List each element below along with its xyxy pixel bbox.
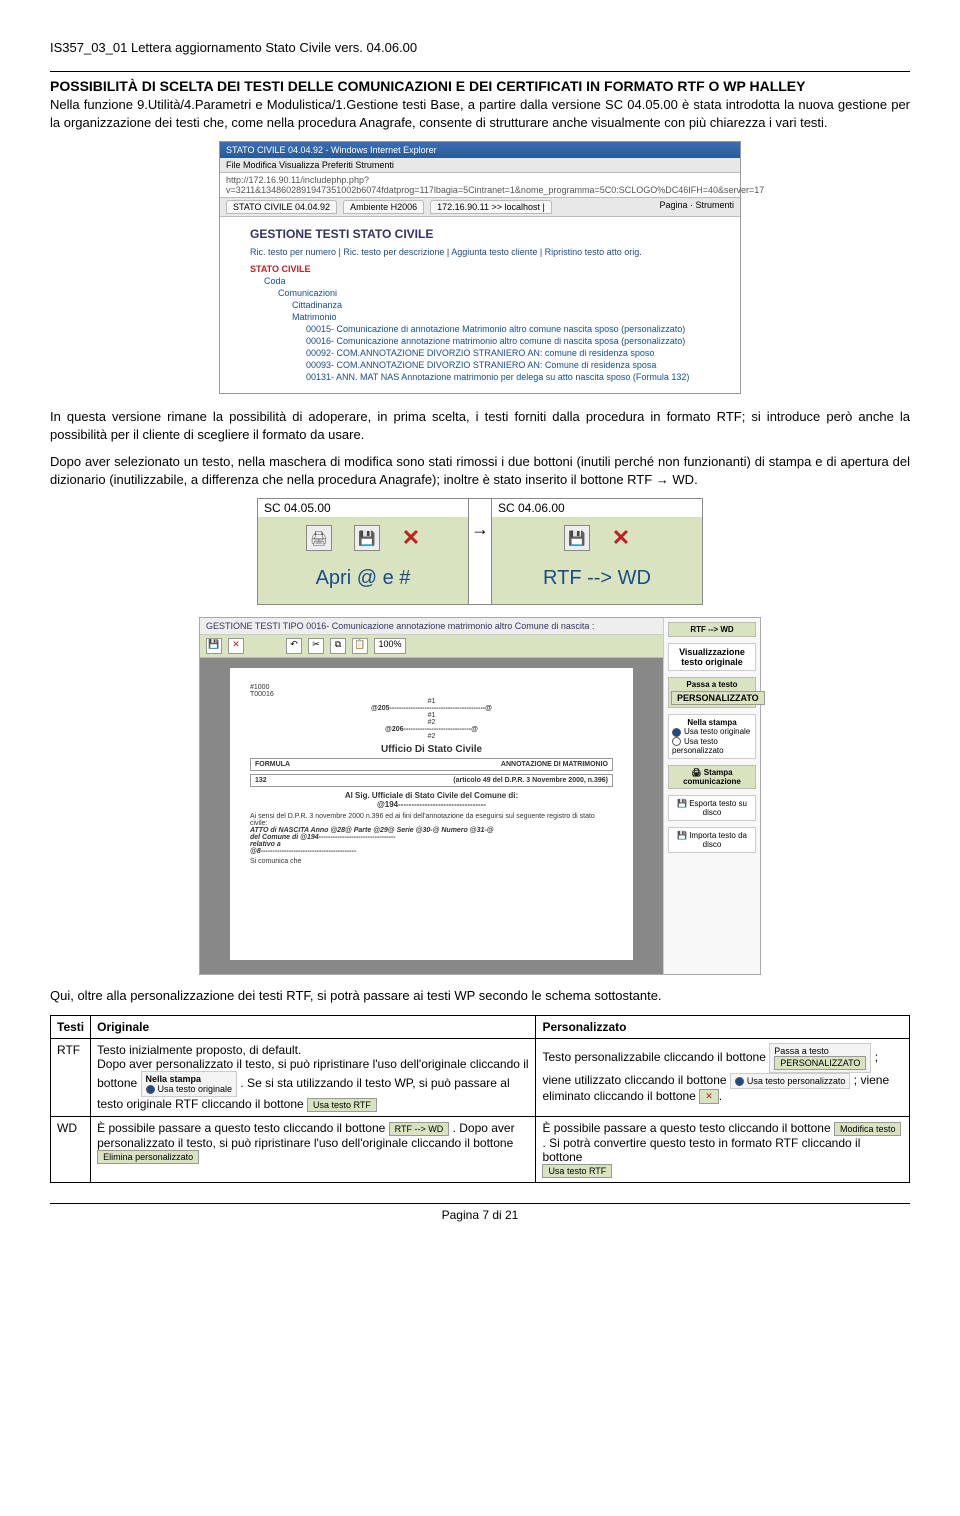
doc-line: T00016: [250, 691, 613, 698]
tree-root: STATO CIVILE: [250, 263, 726, 275]
delete-icon: ✕: [612, 525, 630, 551]
delete-icon: ✕: [228, 638, 244, 654]
doc-body: relativo a: [250, 841, 613, 848]
doc-num: 132: [255, 777, 267, 784]
tab-3: 172.16.90.11 >> localhost |: [430, 200, 552, 214]
tb-head-right: SC 04.06.00: [492, 499, 702, 517]
editor-title: GESTIONE TESTI TIPO 0016- Comunicazione …: [200, 618, 663, 635]
doc-body: del Comune di @194----------------------…: [250, 834, 613, 841]
tree-leaf: 00092- COM.ANNOTAZIONE DIVORZIO STRANIER…: [250, 347, 726, 359]
doc-body: Si comunica che: [250, 858, 613, 865]
save-icon: 💾: [564, 525, 590, 551]
browser-menu: File Modifica Visualizza Preferiti Strum…: [220, 158, 740, 173]
copy-icon: ⧉: [330, 638, 346, 654]
tree-node: Cittadinanza: [250, 299, 726, 311]
save-icon: 💾: [206, 638, 222, 654]
doc-dest2: @194---------------------------------: [250, 800, 613, 809]
usa-testo-rtf-button: Usa testo RTF: [307, 1098, 377, 1112]
app-heading: GESTIONE TESTI STATO CIVILE: [250, 227, 726, 241]
tree-leaf: 00015- Comunicazione di annotazione Matr…: [250, 323, 726, 335]
print-button: 🖨 Stampa comunicazione: [668, 765, 756, 789]
rtf-wd-inline-button: RTF --> WD: [389, 1122, 450, 1136]
tree-leaf: 00131- ANN. MAT NAS Annotazione matrimon…: [250, 371, 726, 383]
para-4: Qui, oltre alla personalizzazione dei te…: [50, 987, 910, 1005]
doc-line: @206-----------------------------@: [250, 726, 613, 733]
tree-leaf: 00016- Comunicazione annotazione matrimo…: [250, 335, 726, 347]
window-title: STATO CIVILE 04.04.92 - Windows Internet…: [220, 142, 740, 158]
tree-node: Coda: [250, 275, 726, 287]
tb-label-left: Apri @ e #: [258, 559, 468, 604]
toolbar-links: Ric. testo per numero | Ric. testo per d…: [250, 247, 726, 257]
tab-right-tools: Pagina · Strumenti: [659, 200, 734, 214]
zoom-value: 100%: [374, 638, 406, 654]
doc-body: ATTO di NASCITA Anno @28@ Parte @29@ Ser…: [250, 827, 613, 834]
th-3: Personalizzato: [536, 1015, 910, 1038]
elimina-pers-button: Elimina personalizzato: [97, 1150, 199, 1164]
passa-testo-inline: Passa a testo PERSONALIZZATO: [769, 1043, 871, 1073]
save-icon: 💾: [354, 525, 380, 551]
doc-body: Ai sensi del D.P.R. 3 novembre 2000 n.39…: [250, 813, 613, 827]
th-2: Originale: [91, 1015, 536, 1038]
summary-table: Testi Originale Personalizzato RTF Testo…: [50, 1015, 910, 1184]
tree-leaf: 00093- COM.ANNOTAZIONE DIVORZIO STRANIER…: [250, 359, 726, 371]
import-panel: 💾 Importa testo da disco: [668, 827, 756, 853]
intro-paragraph: Nella funzione 9.Utilità/4.Parametri e M…: [50, 96, 910, 131]
tab-1: STATO CIVILE 04.04.92: [226, 200, 337, 214]
toolbar-compare: SC 04.05.00 🖨 💾 ✕ Apri @ e # → SC 04.06.…: [257, 498, 703, 605]
delete-inline-button: ✕: [699, 1089, 719, 1104]
row-rtf-orig: Testo inizialmente proposto, di default.…: [91, 1038, 536, 1116]
doc-num-text: (articolo 49 del D.P.R. 3 Novembre 2000,…: [453, 777, 608, 784]
doc-line: #1: [250, 712, 613, 719]
tree-node: Comunicazioni: [250, 287, 726, 299]
browser-tabs: STATO CIVILE 04.04.92 Ambiente H2006 172…: [220, 198, 740, 217]
print-icon: 🖨: [306, 525, 332, 551]
row-rtf-pers: Testo personalizzabile cliccando il bott…: [536, 1038, 910, 1116]
doc-dest: Al Sig. Ufficiale di Stato Civile del Co…: [250, 791, 613, 800]
doc-header: IS357_03_01 Lettera aggiornamento Stato …: [50, 40, 910, 55]
section-title: POSSIBILITÀ DI SCELTA DEI TESTI DELLE CO…: [50, 78, 910, 94]
doc-line: #1: [250, 698, 613, 705]
tab-2: Ambiente H2006: [343, 200, 424, 214]
usa-testo-rtf-button: Usa testo RTF: [542, 1164, 612, 1178]
arrow-icon: →: [469, 499, 492, 605]
cut-icon: ✂: [308, 638, 324, 654]
vis-panel: Visualizzazione testo originale: [668, 643, 756, 671]
tree-node: Matrimonio: [250, 311, 726, 323]
th-1: Testi: [51, 1015, 91, 1038]
doc-line: @205------------------------------------…: [250, 705, 613, 712]
usa-pers-inline: Usa testo personalizzato: [730, 1073, 851, 1089]
page-footer: Pagina 7 di 21: [50, 1203, 910, 1222]
delete-icon: ✕: [402, 525, 420, 551]
doc-line: #2: [250, 733, 613, 740]
row-wd-pers: È possibile passare a questo testo clicc…: [536, 1116, 910, 1183]
row-rtf-label: RTF: [51, 1038, 91, 1116]
passa-panel: Passa a testo PERSONALIZZATO: [668, 677, 756, 708]
doc-line: #2: [250, 719, 613, 726]
tb-head-left: SC 04.05.00: [258, 499, 468, 517]
doc-line: #1000: [250, 684, 613, 691]
doc-heading: Ufficio Di Stato Civile: [250, 744, 613, 755]
row-wd-label: WD: [51, 1116, 91, 1183]
para-3: Dopo aver selezionato un testo, nella ma…: [50, 453, 910, 488]
paste-icon: 📋: [352, 638, 368, 654]
address-bar: http://172.16.90.11/includephp.php?v=321…: [220, 173, 740, 198]
undo-icon: ↶: [286, 638, 302, 654]
rtf-wd-button: RTF --> WD: [668, 622, 756, 637]
modifica-testo-button: Modifica testo: [834, 1122, 902, 1136]
doc-formula-text: ANNOTAZIONE DI MATRIMONIO: [501, 761, 608, 768]
row-wd-orig: È possibile passare a questo testo clicc…: [91, 1116, 536, 1183]
nella-stampa-inline: Nella stampa Usa testo originale: [141, 1071, 238, 1097]
doc-formula-label: FORMULA: [255, 761, 290, 768]
tb-label-right: RTF --> WD: [492, 559, 702, 604]
stampa-panel: Nella stampa Usa testo originale Usa tes…: [668, 714, 756, 759]
screenshot-tree: STATO CIVILE 04.04.92 - Windows Internet…: [219, 141, 741, 394]
export-panel: 💾 Esporta testo su disco: [668, 795, 756, 821]
screenshot-editor: GESTIONE TESTI TIPO 0016- Comunicazione …: [199, 617, 761, 975]
para-2: In questa versione rimane la possibilità…: [50, 408, 910, 443]
doc-body: @8--------------------------------------…: [250, 848, 613, 855]
